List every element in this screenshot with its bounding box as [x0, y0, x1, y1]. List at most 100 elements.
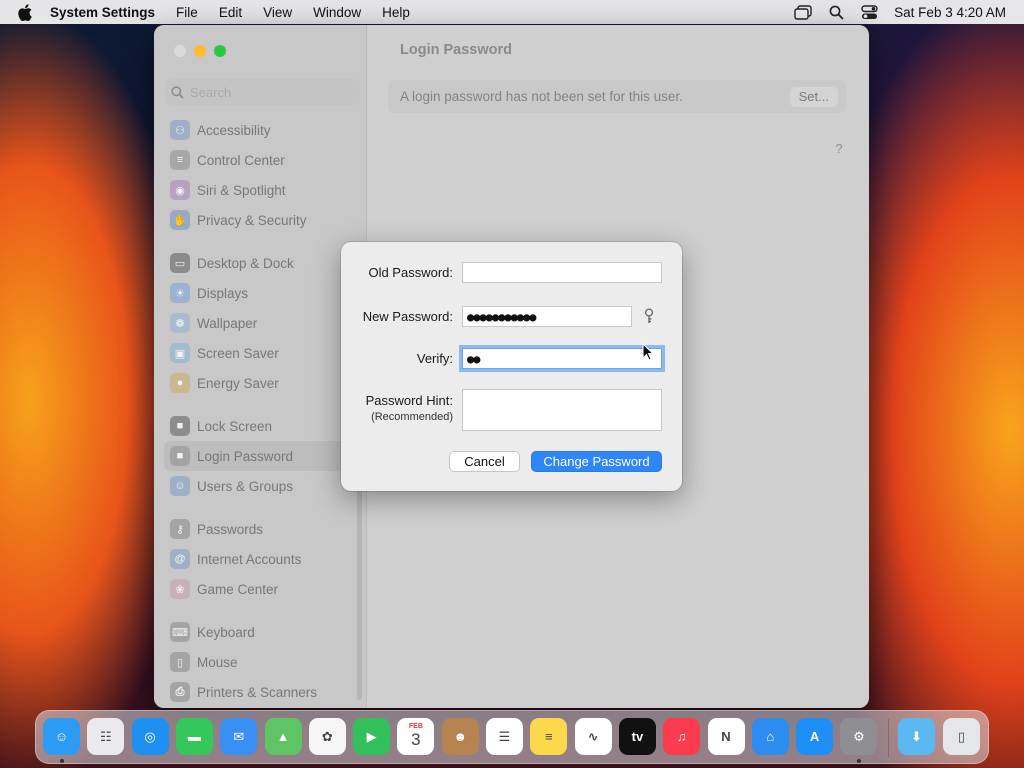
dock-icon-glyph: ∿ [587, 728, 599, 744]
menu-help[interactable]: Help [382, 5, 410, 20]
menu-window[interactable]: Window [313, 5, 361, 20]
energy-saver-icon: ● [170, 373, 190, 393]
search-input[interactable] [190, 84, 350, 100]
dock-icon-glyph: ☺ [54, 729, 69, 744]
keyboard-icon: ⌨ [170, 622, 190, 642]
sidebar-item-label: Wallpaper [197, 315, 258, 331]
change-password-button[interactable]: Change Password [531, 451, 662, 472]
menu-edit[interactable]: Edit [219, 5, 242, 20]
sidebar-item-desktop-dock[interactable]: ▭ Desktop & Dock [164, 248, 361, 278]
dock-icon-glyph: tv [631, 729, 644, 744]
sidebar-scrollbar[interactable] [357, 480, 362, 700]
dock-icon-glyph: ≡ [545, 729, 553, 744]
spotlight-search-icon[interactable] [829, 5, 844, 20]
password-hint-recommended: (Recommended) [371, 411, 453, 423]
app-store-icon[interactable]: A [796, 718, 834, 755]
news-icon[interactable]: N [707, 718, 745, 755]
sidebar-item-siri-spotlight[interactable]: ◉ Siri & Spotlight [164, 175, 361, 205]
sidebar-item-label: Mouse [197, 654, 238, 670]
login-password-info: A login password has not been set for th… [388, 80, 846, 113]
freeform-icon[interactable]: ∿ [574, 718, 612, 755]
password-hint-field[interactable] [462, 389, 662, 431]
sidebar: ⚇ Accessibility ≡ Control Center ◉ Siri & Spo… [154, 25, 367, 708]
siri-icon: ◉ [170, 180, 190, 200]
contacts-icon[interactable]: ☻ [441, 718, 479, 755]
apple-menu-icon[interactable] [18, 3, 34, 21]
sidebar-item-keyboard[interactable]: ⌨ Keyboard [164, 617, 361, 647]
messages-icon[interactable]: ▬ [175, 718, 213, 755]
tv-icon[interactable]: tv [618, 718, 656, 755]
mouse-icon: ▯ [170, 652, 190, 672]
sidebar-item-label: Game Center [197, 581, 279, 597]
menu-view[interactable]: View [263, 5, 292, 20]
sidebar-item-label: Login Password [197, 448, 294, 464]
sidebar-item-users-groups[interactable]: ☺ Users & Groups [164, 471, 361, 501]
keynote-icon[interactable]: ⌂ [751, 718, 789, 755]
set-password-button[interactable]: Set... [789, 86, 838, 107]
trash-icon[interactable]: ▯ [943, 718, 980, 755]
menu-bar: System Settings File Edit View Window He… [0, 0, 1024, 24]
safari-icon[interactable]: ◎ [131, 718, 169, 755]
menu-file[interactable]: File [176, 5, 198, 20]
sidebar-item-wallpaper[interactable]: ❁ Wallpaper [164, 308, 361, 338]
sidebar-item-control-center[interactable]: ≡ Control Center [164, 145, 361, 175]
dock-icon-glyph: ▲ [276, 729, 290, 744]
music-icon[interactable]: ♫ [663, 718, 701, 755]
dock-icon-glyph: ☻ [453, 729, 468, 744]
sidebar-item-screen-saver[interactable]: ▣ Screen Saver [164, 338, 361, 368]
info-text: A login password has not been set for th… [400, 89, 683, 104]
downloads-folder-icon[interactable]: ⬇ [898, 718, 935, 755]
calendar-month-label: FEB [408, 723, 423, 730]
menu-clock[interactable]: Sat Feb 3 4:20 AM [894, 5, 1006, 20]
sidebar-item-label: Internet Accounts [197, 551, 302, 567]
stage-manager-icon[interactable] [794, 4, 812, 20]
menu-app-name[interactable]: System Settings [50, 5, 155, 20]
dock-icon-glyph: ✉ [233, 728, 245, 744]
system-settings-icon[interactable]: ⚙ [840, 718, 878, 755]
notes-icon[interactable]: ≡ [530, 718, 568, 755]
password-assistant-key-icon[interactable] [643, 308, 655, 327]
facetime-icon[interactable]: ▶ [353, 718, 391, 755]
sidebar-item-label: Lock Screen [197, 418, 273, 434]
help-button[interactable]: ? [828, 137, 850, 159]
sidebar-item-privacy-security[interactable]: ✋ Privacy & Security [164, 205, 361, 235]
new-password-field[interactable] [462, 306, 632, 327]
sidebar-item-passwords[interactable]: ⚷ Passwords [164, 514, 361, 544]
reminders-icon[interactable]: ☰ [486, 718, 523, 755]
running-indicator [59, 759, 64, 763]
key-icon: ⚷ [170, 519, 190, 539]
maps-icon[interactable]: ▲ [264, 718, 302, 755]
launchpad-icon[interactable]: ☷ [87, 718, 125, 755]
sidebar-item-printers-scanners[interactable]: ⎙ Printers & Scanners [164, 677, 361, 707]
dock-icon-glyph: ✿ [321, 728, 333, 744]
cancel-button[interactable]: Cancel [449, 451, 520, 472]
sidebar-item-login-password[interactable]: ■ Login Password [164, 441, 361, 471]
sidebar-item-displays[interactable]: ☀ Displays [164, 278, 361, 308]
sidebar-item-game-center[interactable]: ❀ Game Center [164, 574, 361, 604]
sidebar-item-mouse[interactable]: ▯ Mouse [164, 647, 361, 677]
mail-icon[interactable]: ✉ [220, 718, 258, 755]
control-center-toggle-icon[interactable] [861, 4, 878, 20]
running-indicator [856, 759, 861, 763]
photos-icon[interactable]: ✿ [308, 718, 346, 755]
old-password-field[interactable] [462, 262, 662, 283]
sidebar-item-label: Privacy & Security [197, 212, 307, 228]
sidebar-item-accessibility[interactable]: ⚇ Accessibility [164, 115, 361, 145]
sidebar-item-internet-accounts[interactable]: @ Internet Accounts [164, 544, 361, 574]
sidebar-item-lock-screen[interactable]: ■ Lock Screen [164, 411, 361, 441]
finder-icon[interactable]: ☺ [43, 718, 80, 755]
control-center-icon: ≡ [170, 150, 190, 170]
sidebar-item-label: Displays [197, 285, 249, 301]
dock-icon-glyph: ☰ [498, 728, 511, 744]
window-close-button[interactable] [174, 45, 186, 57]
window-controls [174, 45, 234, 57]
window-minimize-button[interactable] [194, 45, 206, 57]
window-zoom-button[interactable] [214, 45, 226, 57]
sidebar-item-energy-saver[interactable]: ● Energy Saver [164, 368, 361, 398]
sidebar-item-label: Desktop & Dock [197, 255, 294, 271]
calendar-icon[interactable]: FEB 3 [397, 718, 435, 755]
verify-password-field[interactable] [462, 348, 662, 369]
dock-icon-glyph: ▯ [957, 728, 966, 744]
